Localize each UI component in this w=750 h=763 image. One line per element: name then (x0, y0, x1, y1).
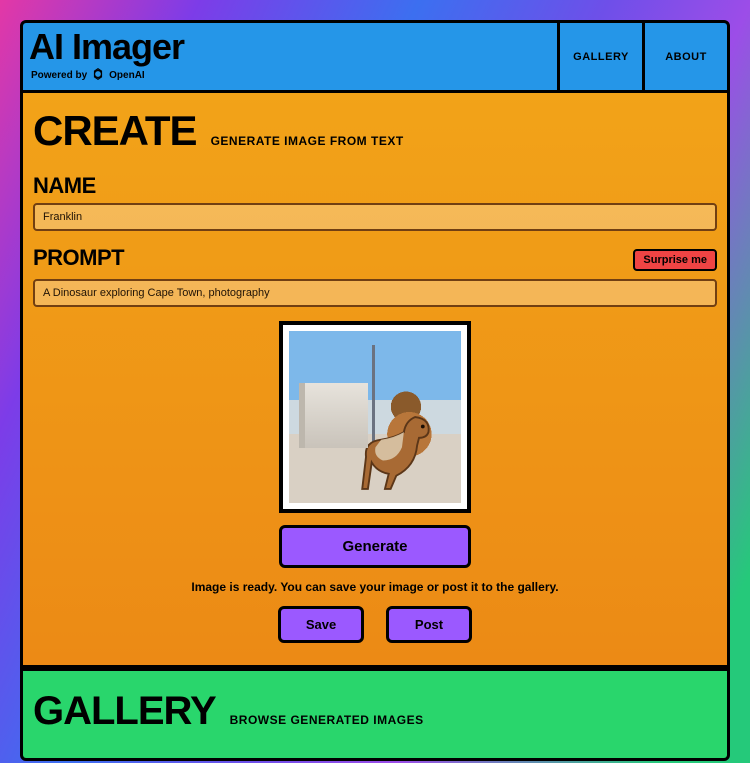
powered-by: Powered by OpenAI (29, 67, 547, 84)
brand-block: AI Imager Powered by OpenAI (23, 23, 557, 90)
dinosaur-illustration (349, 400, 444, 495)
generated-image-preview (279, 321, 471, 513)
prompt-label: PROMPT (33, 245, 124, 271)
nav-gallery[interactable]: GALLERY (557, 23, 642, 90)
powered-prefix: Powered by (31, 70, 87, 81)
name-label: NAME (33, 173, 717, 199)
save-button[interactable]: Save (278, 606, 364, 643)
openai-icon (91, 67, 105, 84)
create-title: CREATE (33, 107, 197, 155)
post-button[interactable]: Post (386, 606, 472, 643)
gallery-section: GALLERY BROWSE GENERATED IMAGES (23, 665, 727, 758)
name-field: NAME (33, 173, 717, 231)
name-input[interactable] (33, 203, 717, 231)
surprise-button[interactable]: Surprise me (633, 249, 717, 271)
create-section: CREATE GENERATE IMAGE FROM TEXT NAME PRO… (23, 93, 727, 665)
gallery-subtitle: BROWSE GENERATED IMAGES (230, 713, 424, 731)
create-subtitle: GENERATE IMAGE FROM TEXT (211, 134, 404, 152)
nav-about[interactable]: ABOUT (642, 23, 727, 90)
prompt-input[interactable] (33, 279, 717, 307)
header-bar: AI Imager Powered by OpenAI GALLERY ABOU… (23, 23, 727, 93)
brand-title: AI Imager (29, 29, 547, 65)
generated-image (289, 331, 461, 503)
generate-button[interactable]: Generate (279, 525, 471, 568)
status-text: Image is ready. You can save your image … (191, 580, 558, 594)
gallery-title: GALLERY (33, 689, 216, 734)
prompt-field: PROMPT Surprise me (33, 245, 717, 307)
powered-name: OpenAI (109, 70, 145, 81)
app-window: AI Imager Powered by OpenAI GALLERY ABOU… (20, 20, 730, 761)
